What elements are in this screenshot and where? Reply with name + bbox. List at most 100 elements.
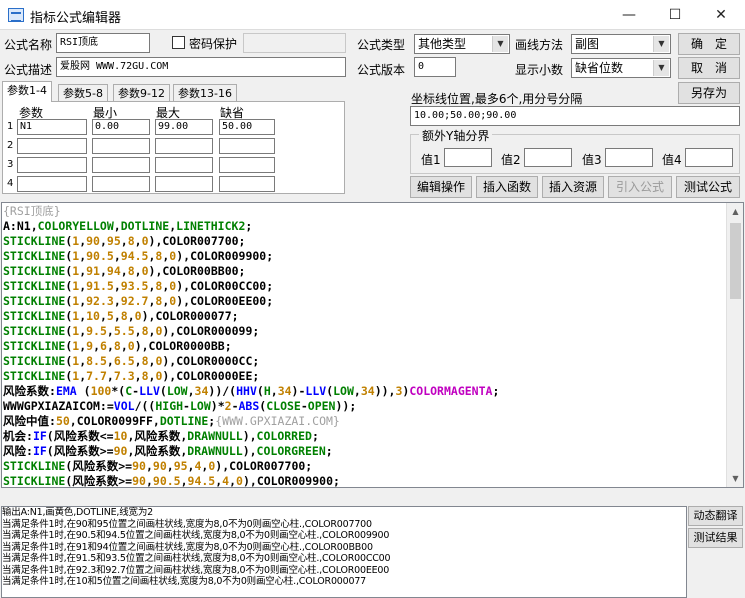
scroll-thumb[interactable] — [730, 223, 741, 299]
code-token: LLV — [139, 384, 160, 398]
output-line: 当满足条件1时,在90.5和94.5位置之间画柱状线,宽度为8,0不为0则画空心… — [2, 530, 390, 541]
code-token: 机会: — [3, 429, 33, 443]
code-token: ), — [242, 429, 257, 443]
tab-params-13-16[interactable]: 参数13-16 — [173, 84, 237, 102]
code-token: ),COLOR000099; — [162, 324, 260, 338]
output-panel: 输出A:N1,画黄色,DOTLINE,线宽为2 当满足条件1时,在90和95位置… — [1, 506, 687, 598]
code-scrollbar[interactable]: ▲ ▼ — [726, 203, 743, 487]
code-token: , — [106, 369, 114, 383]
password-checkbox[interactable] — [172, 36, 185, 49]
code-content[interactable]: {RSI顶底} A:N1,COLORYELLOW,DOTLINE,LINETHIC… — [3, 204, 499, 488]
code-line[interactable]: STICKLINE(1,9.5,5.5,8,0),COLOR000099; — [3, 324, 499, 339]
code-token: , — [229, 474, 237, 488]
tab-params-9-12[interactable]: 参数9-12 — [113, 84, 170, 102]
code-line[interactable]: WWWGPXIAZAICOM:=VOL/((HIGH-LOW)*2-ABS(CL… — [3, 399, 499, 414]
param-max-input[interactable] — [155, 157, 213, 173]
code-line[interactable]: STICKLINE(风险系数>=90,90,95,4,0),COLOR00770… — [3, 459, 499, 474]
formula-version-input[interactable]: 0 — [414, 57, 456, 77]
code-line[interactable]: 风险中值:50,COLOR0099FF,DOTLINE;{WWW.GPXIAZA… — [3, 414, 499, 429]
param-min-input[interactable] — [92, 138, 150, 154]
axis-position-input[interactable]: 10.00;50.00;90.00 — [410, 106, 740, 126]
code-line[interactable]: STICKLINE(1,92.3,92.7,8,0),COLOR00EE00; — [3, 294, 499, 309]
maximize-button[interactable]: ☐ — [652, 0, 698, 30]
scroll-up-icon[interactable]: ▲ — [727, 203, 743, 220]
param-name-input[interactable] — [17, 176, 87, 192]
test-result-button[interactable]: 测试结果 — [688, 528, 743, 548]
param-min-input[interactable] — [92, 176, 150, 192]
formula-type-value: 其他类型 — [418, 37, 467, 51]
formula-desc-input[interactable]: 爱股网 WWW.72GU.COM — [56, 57, 346, 77]
param-max-input[interactable] — [155, 138, 213, 154]
value2-label: 值2 — [501, 153, 521, 167]
param-min-input[interactable]: 0.00 — [92, 119, 150, 135]
code-line[interactable]: 机会:IF(风险系数<=10,风险系数,DRAWNULL),COLORRED; — [3, 429, 499, 444]
param-name-input[interactable]: N1 — [17, 119, 87, 135]
param-default-input[interactable] — [219, 157, 275, 173]
decimals-select[interactable]: 缺省位数 ▼ — [571, 58, 671, 78]
value2-input[interactable] — [524, 148, 572, 167]
formula-version-label: 公式版本 — [357, 63, 406, 77]
tab-params-1-4[interactable]: 参数1-4 — [2, 81, 52, 102]
password-input[interactable] — [243, 33, 346, 53]
value3-input[interactable] — [605, 148, 653, 167]
param-name-input[interactable] — [17, 138, 87, 154]
test-formula-button[interactable]: 测试公式 — [676, 176, 740, 198]
code-line[interactable]: STICKLINE(1,9,6,8,0),COLOR0000BB; — [3, 339, 499, 354]
code-token: , — [134, 354, 142, 368]
code-token: COLORMAGENTA — [409, 384, 493, 398]
code-line[interactable]: STICKLINE(1,90.5,94.5,8,0),COLOR009900; — [3, 249, 499, 264]
insert-resource-button[interactable]: 插入资源 — [542, 176, 604, 198]
formula-name-label: 公式名称 — [4, 38, 53, 52]
extra-y-axis-group: 额外Y轴分界 值1 值2 值3 值4 — [410, 127, 740, 174]
code-line[interactable]: STICKLINE(风险系数>=90,90.5,94.5,4,0),COLOR0… — [3, 474, 499, 488]
code-token: STICKLINE — [3, 309, 66, 323]
code-line[interactable]: A:N1,COLORYELLOW,DOTLINE,LINETHICK2; — [3, 219, 499, 234]
code-token: 风险: — [3, 444, 33, 458]
value1-input[interactable] — [444, 148, 492, 167]
code-token: IF — [32, 444, 47, 458]
value4-input[interactable] — [685, 148, 733, 167]
code-token: ))/( — [208, 384, 237, 398]
param-row-number: 1 — [7, 121, 14, 132]
code-line[interactable]: 风险:IF(风险系数>=90,风险系数,DRAWNULL),COLORGREEN… — [3, 444, 499, 459]
param-default-input[interactable] — [219, 176, 275, 192]
code-editor[interactable]: {RSI顶底} A:N1,COLORYELLOW,DOTLINE,LINETHIC… — [1, 202, 744, 488]
code-token: ),COLOR009900; — [242, 474, 340, 488]
import-formula-button[interactable]: 引入公式 — [608, 176, 672, 198]
draw-method-select[interactable]: 副图 ▼ — [571, 34, 671, 54]
code-token: STICKLINE — [3, 339, 66, 353]
minimize-button[interactable]: — — [606, 0, 652, 30]
code-token: STICKLINE — [3, 294, 66, 308]
param-default-input[interactable]: 50.00 — [219, 119, 275, 135]
code-line[interactable]: 风险系数:EMA (100*(C-LLV(LOW,34))/(HHV(H,34)… — [3, 384, 499, 399]
tab-params-5-8[interactable]: 参数5-8 — [58, 84, 108, 102]
param-name-input[interactable] — [17, 157, 87, 173]
code-token: 0 — [141, 234, 149, 248]
code-line[interactable]: STICKLINE(1,10,5,8,0),COLOR000077; — [3, 309, 499, 324]
param-max-input[interactable] — [155, 176, 213, 192]
ok-button[interactable]: 确 定 — [678, 33, 740, 55]
close-button[interactable]: ✕ — [698, 0, 744, 30]
code-token: 风险中值: — [3, 414, 56, 428]
code-line[interactable]: {RSI顶底} — [3, 204, 499, 219]
code-line[interactable]: STICKLINE(1,91.5,93.5,8,0),COLOR00CC00; — [3, 279, 499, 294]
scroll-down-icon[interactable]: ▼ — [727, 470, 743, 487]
param-min-input[interactable] — [92, 157, 150, 173]
dynamic-translate-button[interactable]: 动态翻译 — [688, 506, 743, 526]
code-line[interactable]: STICKLINE(1,7.7,7.3,8,0),COLOR0000EE; — [3, 369, 499, 384]
code-line[interactable]: STICKLINE(1,90,95,8,0),COLOR007700; — [3, 234, 499, 249]
param-default-input[interactable] — [219, 138, 275, 154]
formula-name-input[interactable]: RSI顶底 — [56, 33, 150, 53]
cancel-button[interactable]: 取 消 — [678, 57, 740, 79]
code-token: A:N1, — [3, 219, 38, 233]
insert-function-button[interactable]: 插入函数 — [476, 176, 538, 198]
code-token: 95 — [106, 234, 121, 248]
param-max-input[interactable]: 99.00 — [155, 119, 213, 135]
code-token: (风险系数>= — [46, 444, 114, 458]
edit-operations-button[interactable]: 编辑操作 — [410, 176, 472, 198]
formula-type-select[interactable]: 其他类型 ▼ — [414, 34, 510, 54]
save-as-button[interactable]: 另存为 — [678, 82, 740, 104]
code-line[interactable]: STICKLINE(1,8.5,6.5,8,0),COLOR0000CC; — [3, 354, 499, 369]
code-token: 2 — [224, 399, 232, 413]
code-line[interactable]: STICKLINE(1,91,94,8,0),COLOR00BB00; — [3, 264, 499, 279]
